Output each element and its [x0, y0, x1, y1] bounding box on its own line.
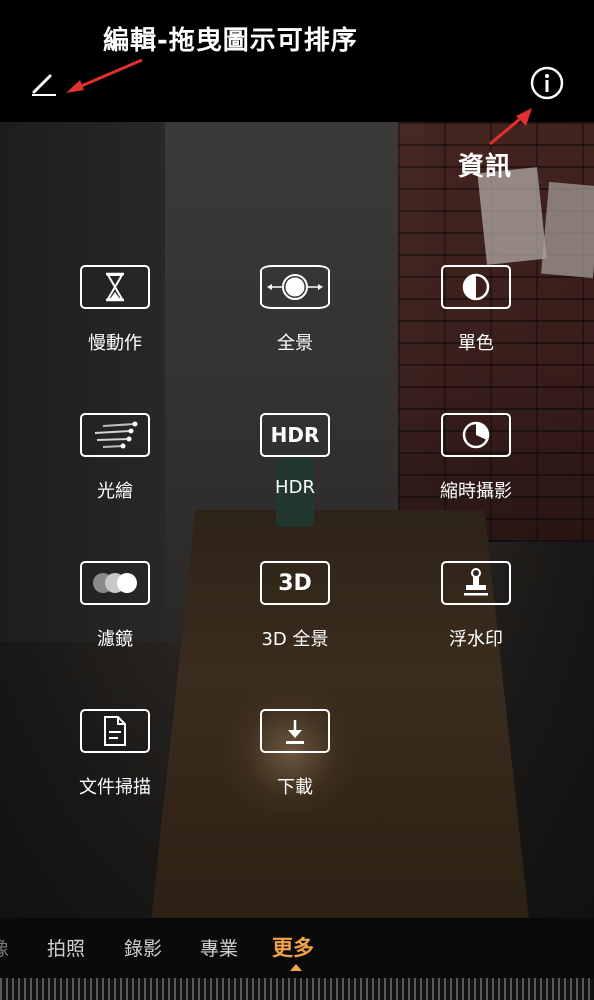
panorama-icon: [260, 265, 330, 309]
mode-filter[interactable]: 濾鏡: [50, 561, 180, 651]
mode-monochrome[interactable]: 單色: [411, 265, 541, 355]
annotation-arrow-icon: [489, 108, 532, 146]
mode-timelapse[interactable]: 縮時攝影: [411, 413, 541, 503]
light-trail-icon: [80, 413, 150, 457]
info-annotation: 資訊: [458, 152, 513, 182]
annotation-arrow-icon: [66, 58, 143, 93]
tab-more[interactable]: 更多: [272, 932, 314, 962]
filter-icon: [80, 561, 150, 605]
mode-label: 浮水印: [449, 629, 503, 650]
scroll-ruler[interactable]: [0, 978, 594, 1000]
mode-label: 文件掃描: [79, 777, 151, 798]
mode-download[interactable]: 下載: [230, 709, 360, 799]
tab-photo[interactable]: 拍照: [47, 934, 85, 961]
mode-3d-panorama[interactable]: 3D 3D 全景: [230, 561, 360, 651]
tab-portrait-partial[interactable]: 像: [0, 934, 9, 961]
mode-label: 3D 全景: [261, 629, 329, 650]
mode-panorama[interactable]: 全景: [230, 265, 360, 355]
edit-pencil-icon[interactable]: [30, 70, 58, 98]
monochrome-icon: [441, 265, 511, 309]
download-icon: [260, 709, 330, 753]
mode-document-scan[interactable]: 文件掃描: [50, 709, 180, 799]
hourglass-icon: [80, 265, 150, 309]
mode-label: 慢動作: [88, 333, 142, 354]
info-icon[interactable]: [530, 66, 564, 100]
mode-label: 單色: [458, 333, 494, 354]
scene-poster: [541, 181, 594, 279]
mode-tab-bar: 像 拍照 錄影 專業 更多: [0, 918, 594, 978]
hdr-icon: HDR: [260, 413, 330, 457]
active-tab-indicator: [290, 964, 302, 971]
edit-annotation: 編輯-拖曳圖示可排序: [103, 26, 358, 56]
mode-label: 濾鏡: [97, 629, 133, 650]
mode-label: 光繪: [97, 481, 133, 502]
tab-pro[interactable]: 專業: [200, 934, 238, 961]
3d-panorama-icon: 3D: [260, 561, 330, 605]
tab-video[interactable]: 錄影: [124, 934, 162, 961]
mode-slow-motion[interactable]: 慢動作: [50, 265, 180, 355]
mode-label: 縮時攝影: [440, 481, 512, 502]
document-scan-icon: [80, 709, 150, 753]
mode-watermark[interactable]: 浮水印: [411, 561, 541, 651]
mode-label: 全景: [277, 333, 313, 354]
mode-label: HDR: [275, 477, 315, 498]
mode-label: 下載: [277, 777, 313, 798]
timelapse-icon: [441, 413, 511, 457]
mode-light-trail[interactable]: 光繪: [50, 413, 180, 503]
watermark-stamp-icon: [441, 561, 511, 605]
mode-hdr[interactable]: HDR HDR: [230, 413, 360, 498]
